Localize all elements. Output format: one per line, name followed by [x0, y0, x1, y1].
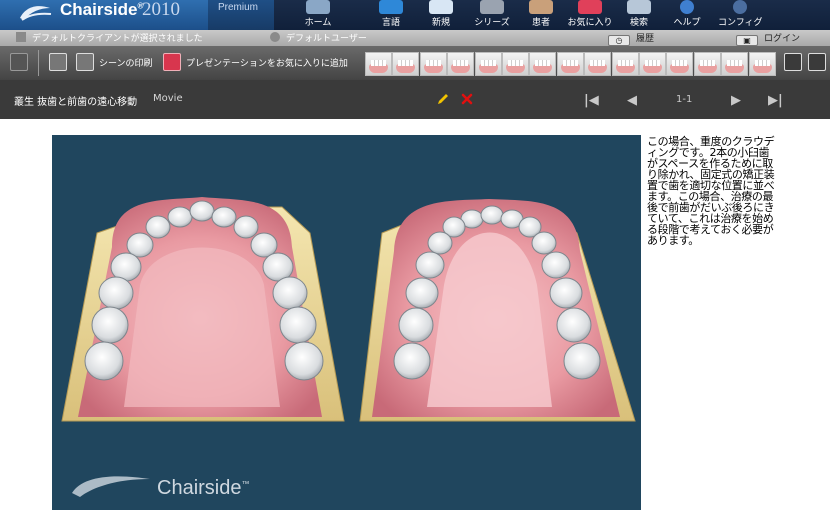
scene-thumbnail[interactable] [529, 52, 557, 76]
scene-thumbnail[interactable] [392, 52, 420, 76]
page-counter: 1-1 [676, 94, 693, 105]
app-name: Chairside® [60, 0, 144, 19]
nav-home-button[interactable]: ホーム [298, 0, 338, 30]
app-logo: Chairside® 2010 [0, 0, 208, 30]
chairside-window: Chairside® 2010 Premium ホーム 言語 新規 シリーズ 患… [0, 0, 830, 510]
last-page-button[interactable]: ▶| [768, 93, 783, 108]
nav-new-button[interactable]: 新規 [424, 0, 458, 30]
gear-icon [733, 0, 747, 14]
help-icon [680, 0, 694, 14]
scene-toolbar: シーンの印刷 プレゼンテーションをお気に入りに追加 [0, 46, 830, 80]
scene-description: この場合、重度のクラウディングです。2本の小臼歯がスペースを作るために取り除かれ… [647, 135, 775, 247]
info-icon [49, 53, 67, 71]
scene-thumbnail[interactable] [748, 52, 776, 76]
nav-patient-button[interactable]: 患者 [524, 0, 558, 30]
top-navigation-bar: Chairside® 2010 Premium ホーム 言語 新規 シリーズ 患… [0, 0, 830, 30]
fullscreen-grid-button[interactable] [10, 53, 28, 73]
clock-icon: ◷ [608, 35, 630, 46]
film-reel-icon [480, 0, 504, 14]
dental-arch-illustration [61, 197, 636, 422]
previous-page-button[interactable]: ◀ [627, 93, 637, 108]
delete-x-icon[interactable] [461, 93, 473, 105]
globe-icon [379, 0, 403, 14]
new-document-icon [429, 0, 453, 14]
app-year: 2010 [142, 0, 180, 20]
scene-thumbnail[interactable] [666, 52, 694, 76]
history-button[interactable]: ◷ 履歴 [608, 31, 654, 46]
heart-icon [578, 0, 602, 14]
scene-title-bar: 叢生 抜歯と前歯の遠心移動 Movie |◀ ◀ 1-1 ▶ ▶| [0, 80, 830, 119]
scene-info-button[interactable] [49, 53, 67, 73]
scene-thumbnail[interactable] [584, 52, 612, 76]
scene-thumbnail[interactable] [639, 52, 666, 76]
scene-thumbnail[interactable] [447, 52, 475, 76]
nav-search-button[interactable]: 検索 [622, 0, 656, 30]
house-icon [306, 0, 330, 14]
first-page-button[interactable]: |◀ [584, 93, 599, 108]
next-page-button[interactable]: ▶ [731, 93, 741, 108]
print-scene-button[interactable]: シーンの印刷 [76, 53, 153, 73]
chairside-watermark-icon [72, 476, 150, 497]
magnifier-icon [627, 0, 651, 14]
user-status[interactable]: デフォルトユーザー [270, 31, 367, 44]
add-presentation-favorite-button[interactable]: プレゼンテーションをお気に入りに追加 [163, 53, 348, 73]
heart-favorite-icon [163, 53, 181, 71]
expand-grid-icon [10, 53, 28, 71]
scene-thumbnail[interactable] [721, 52, 749, 76]
edit-pencil-icon[interactable] [436, 92, 450, 106]
expand-icon [784, 53, 802, 71]
nav-config-button[interactable]: コンフィグ [718, 0, 763, 30]
scene-thumbnail[interactable] [365, 52, 392, 76]
movie-viewer[interactable]: Chairside™ [52, 135, 641, 510]
lock-icon: ▣ [736, 35, 758, 46]
scene-thumbnail[interactable] [502, 52, 529, 76]
arch-before [61, 197, 345, 422]
user-icon [270, 32, 280, 42]
scene-thumbnail[interactable] [556, 52, 584, 76]
client-icon [16, 32, 26, 42]
scene-thumbnail[interactable] [611, 52, 639, 76]
logo-swoosh-icon [20, 6, 52, 21]
scene-content: Chairside™ この場合、重度のクラウディングです。2本の小臼歯がスペース… [0, 119, 830, 510]
scene-type-label: Movie [153, 93, 183, 104]
presentation-icon [808, 53, 826, 71]
scene-title: 叢生 抜歯と前歯の遠心移動 [14, 97, 138, 108]
client-status: デフォルトクライアントが選択されました [16, 31, 203, 44]
nav-language-button[interactable]: 言語 [374, 0, 408, 30]
scene-thumbnail[interactable] [419, 52, 447, 76]
scene-thumbnail[interactable] [693, 52, 721, 76]
expand-view-button[interactable] [784, 53, 802, 73]
printer-icon [76, 53, 94, 71]
toolbar-divider [38, 50, 39, 76]
login-button[interactable]: ▣ ログイン [736, 31, 800, 46]
presentation-mode-button[interactable] [808, 53, 826, 73]
nav-favorites-button[interactable]: お気に入り [566, 0, 614, 30]
chairside-watermark: Chairside™ [157, 477, 250, 499]
status-bar: デフォルトクライアントが選択されました デフォルトユーザー ◷ 履歴 ▣ ログイン [0, 30, 830, 46]
nav-series-button[interactable]: シリーズ [472, 0, 512, 30]
arch-after [359, 199, 636, 422]
scene-thumbnail[interactable] [474, 52, 502, 76]
edition-label: Premium [208, 0, 274, 30]
nav-help-button[interactable]: ヘルプ [670, 0, 704, 30]
patient-icon [529, 0, 553, 14]
